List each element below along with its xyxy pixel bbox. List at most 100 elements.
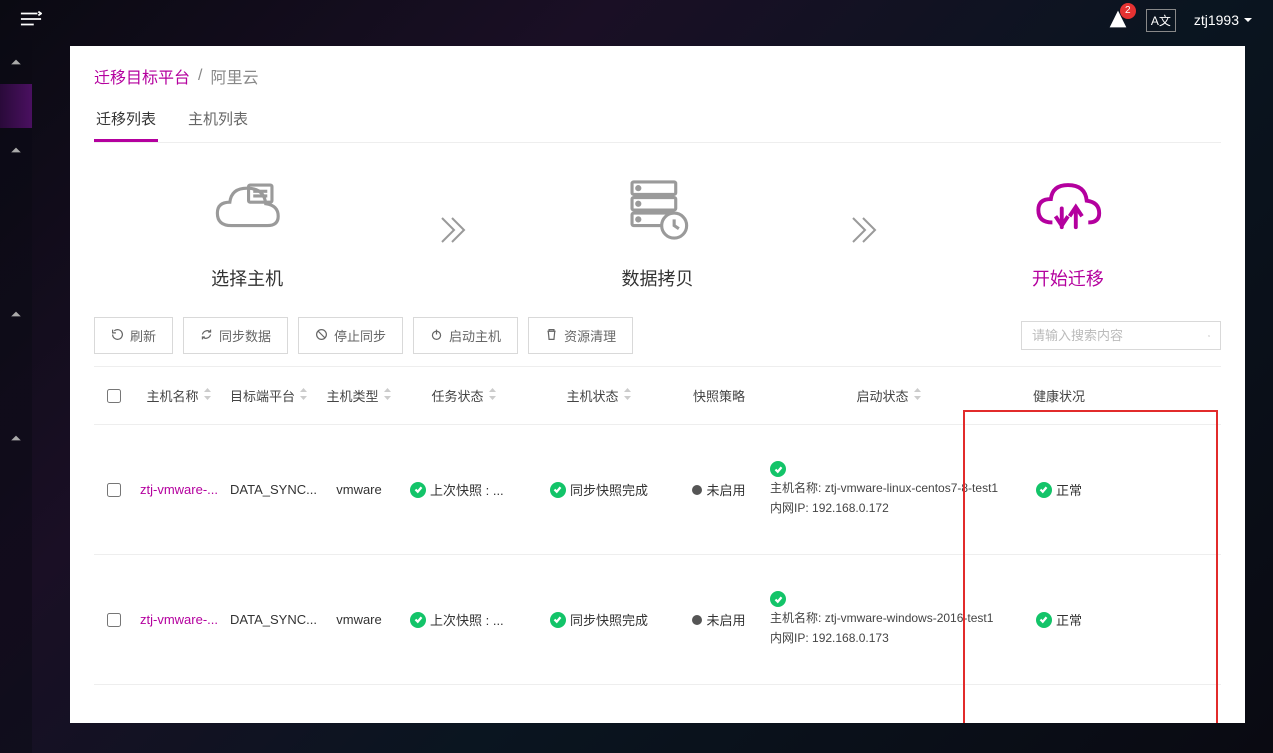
cell-health: 正常 bbox=[1014, 602, 1104, 637]
tab-migration-list[interactable]: 迁移列表 bbox=[94, 108, 158, 142]
stop-icon bbox=[315, 328, 328, 344]
check-icon bbox=[410, 482, 426, 498]
col-host-status[interactable]: 主机状态 bbox=[524, 386, 674, 405]
sidebar bbox=[0, 40, 32, 753]
select-all-checkbox[interactable] bbox=[94, 389, 134, 403]
button-label: 停止同步 bbox=[334, 326, 386, 345]
step-label: 选择主机 bbox=[211, 265, 283, 291]
dot-icon bbox=[692, 615, 702, 625]
server-clock-icon bbox=[618, 171, 696, 249]
search-input[interactable] bbox=[1032, 328, 1208, 343]
cell-target-platform: DATA_SYNC... bbox=[224, 474, 314, 505]
arrow-icon bbox=[434, 212, 470, 251]
check-icon bbox=[770, 461, 786, 477]
cell-host-status: 同步快照完成 bbox=[524, 472, 674, 507]
cell-host-type: vmware bbox=[314, 474, 404, 505]
cell-host-status: 同步快照完成 bbox=[524, 602, 674, 637]
cell-host-name[interactable]: ztj-vmware-... bbox=[134, 472, 224, 508]
breadcrumb-separator: / bbox=[198, 67, 202, 85]
search-box[interactable] bbox=[1021, 321, 1221, 350]
power-icon bbox=[430, 328, 443, 344]
sort-icon bbox=[488, 388, 497, 403]
row-checkbox[interactable] bbox=[94, 475, 134, 505]
sidebar-item-3[interactable] bbox=[0, 292, 32, 336]
dot-icon bbox=[692, 485, 702, 495]
tabs: 迁移列表 主机列表 bbox=[94, 108, 1221, 143]
cell-boot-status: 主机名称: ztj-vmware-linux-centos7-8-test1 内… bbox=[764, 453, 1014, 525]
sort-icon bbox=[383, 388, 392, 403]
stepper: 选择主机 数据拷贝 bbox=[134, 171, 1181, 291]
col-host-type[interactable]: 主机类型 bbox=[314, 386, 404, 405]
check-icon bbox=[1036, 482, 1052, 498]
tab-host-list[interactable]: 主机列表 bbox=[186, 108, 250, 142]
sort-icon bbox=[299, 388, 308, 403]
button-label: 启动主机 bbox=[449, 326, 501, 345]
sort-icon bbox=[203, 388, 212, 403]
check-icon bbox=[770, 591, 786, 607]
check-icon bbox=[1036, 612, 1052, 628]
arrow-icon bbox=[845, 212, 881, 251]
notification-badge: 2 bbox=[1120, 3, 1136, 19]
sync-button[interactable]: 同步数据 bbox=[183, 317, 288, 354]
cloud-transfer-icon bbox=[1029, 171, 1107, 249]
username: ztj1993 bbox=[1194, 12, 1239, 28]
cell-host-name[interactable]: ztj-vmware-... bbox=[134, 602, 224, 638]
table-header-row: 主机名称 目标端平台 主机类型 任务状态 主机状态 快照策略 启动状态 健康状况 bbox=[94, 367, 1221, 425]
sort-icon bbox=[623, 388, 632, 403]
breadcrumb: 迁移目标平台 / 阿里云 bbox=[94, 64, 1221, 88]
chevron-down-icon bbox=[1243, 15, 1253, 25]
cell-task-status: 上次快照 : ... bbox=[404, 602, 524, 637]
cell-snapshot-policy: 未启用 bbox=[674, 472, 764, 507]
cell-boot-status: 主机名称: ztj-vmware-windows-2016-test1 内网IP… bbox=[764, 583, 1014, 655]
col-health[interactable]: 健康状况 bbox=[1014, 386, 1104, 405]
trash-icon bbox=[545, 328, 558, 344]
breadcrumb-secondary: 阿里云 bbox=[210, 64, 258, 88]
refresh-button[interactable]: 刷新 bbox=[94, 317, 173, 354]
col-snapshot-policy[interactable]: 快照策略 bbox=[674, 386, 764, 405]
button-label: 刷新 bbox=[130, 326, 156, 345]
notification-icon[interactable]: 2 bbox=[1108, 9, 1128, 32]
button-label: 同步数据 bbox=[219, 326, 271, 345]
col-target-platform[interactable]: 目标端平台 bbox=[224, 386, 314, 405]
stop-button[interactable]: 停止同步 bbox=[298, 317, 403, 354]
action-row: 刷新 同步数据 停止同步 启动主机 资源清理 bbox=[94, 317, 1221, 354]
main-panel: 迁移目标平台 / 阿里云 迁移列表 主机列表 选择主机 bbox=[70, 46, 1245, 723]
check-icon bbox=[550, 482, 566, 498]
row-checkbox[interactable] bbox=[94, 605, 134, 635]
step-data-copy: 数据拷贝 bbox=[618, 171, 696, 291]
user-menu[interactable]: ztj1993 bbox=[1194, 12, 1253, 28]
sidebar-item-active[interactable] bbox=[0, 84, 32, 128]
refresh-icon bbox=[111, 328, 124, 344]
col-task-status[interactable]: 任务状态 bbox=[404, 386, 524, 405]
cell-task-status: 上次快照 : ... bbox=[404, 472, 524, 507]
clean-button[interactable]: 资源清理 bbox=[528, 317, 633, 354]
language-switcher[interactable]: A文 bbox=[1146, 9, 1176, 32]
sync-icon bbox=[200, 328, 213, 344]
cell-health: 正常 bbox=[1014, 472, 1104, 507]
sidebar-item-2[interactable] bbox=[0, 128, 32, 172]
step-start-migration: 开始迁移 bbox=[1029, 171, 1107, 291]
topbar: 2 A文 ztj1993 bbox=[0, 0, 1273, 40]
start-host-button[interactable]: 启动主机 bbox=[413, 317, 518, 354]
cell-host-type: vmware bbox=[314, 604, 404, 635]
sidebar-item-4[interactable] bbox=[0, 416, 32, 460]
check-icon bbox=[410, 612, 426, 628]
col-boot-status[interactable]: 启动状态 bbox=[764, 386, 1014, 405]
sidebar-item-1[interactable] bbox=[0, 40, 32, 84]
data-table: 主机名称 目标端平台 主机类型 任务状态 主机状态 快照策略 启动状态 健康状况… bbox=[94, 366, 1221, 685]
step-label: 数据拷贝 bbox=[621, 265, 693, 291]
col-host-name[interactable]: 主机名称 bbox=[134, 386, 224, 405]
step-select-host: 选择主机 bbox=[208, 171, 286, 291]
cloud-server-icon bbox=[208, 171, 286, 249]
button-label: 资源清理 bbox=[564, 326, 616, 345]
table-row: ztj-vmware-... DATA_SYNC... vmware 上次快照 … bbox=[94, 555, 1221, 685]
table-row: ztj-vmware-... DATA_SYNC... vmware 上次快照 … bbox=[94, 425, 1221, 555]
search-icon bbox=[1208, 329, 1210, 343]
check-icon bbox=[550, 612, 566, 628]
cell-target-platform: DATA_SYNC... bbox=[224, 604, 314, 635]
sort-icon bbox=[913, 388, 922, 403]
step-label: 开始迁移 bbox=[1032, 265, 1104, 291]
menu-toggle-icon[interactable] bbox=[20, 10, 42, 31]
cell-snapshot-policy: 未启用 bbox=[674, 602, 764, 637]
breadcrumb-primary[interactable]: 迁移目标平台 bbox=[94, 64, 190, 88]
